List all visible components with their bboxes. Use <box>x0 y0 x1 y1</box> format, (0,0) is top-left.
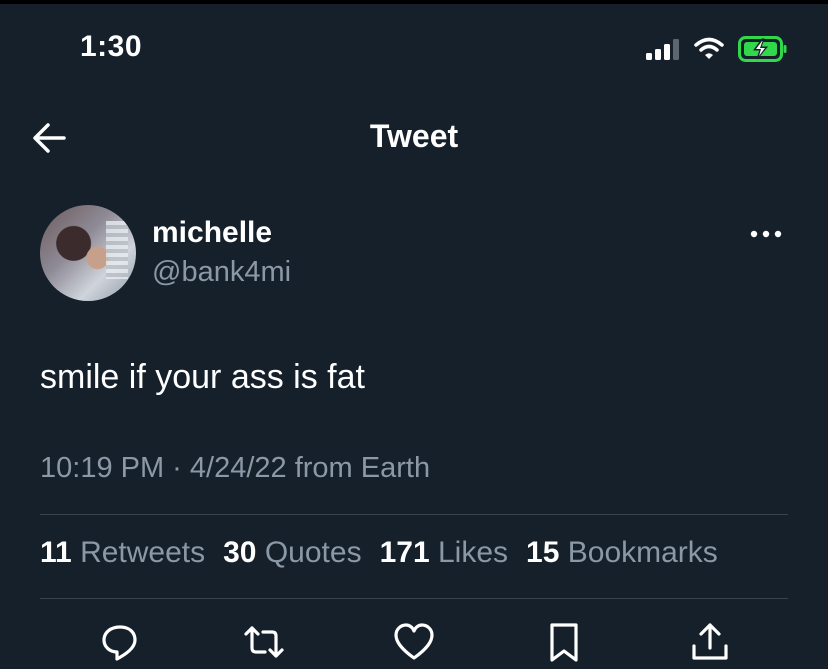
action-bar <box>0 620 828 664</box>
stat-label: Retweets <box>80 536 206 569</box>
retweet-icon <box>244 626 284 658</box>
wifi-icon <box>694 37 724 66</box>
stat-count: 171 <box>379 536 430 569</box>
stat-bookmarks[interactable]: 15 Bookmarks <box>526 536 718 570</box>
divider <box>40 514 788 515</box>
status-time: 1:30 <box>80 30 143 63</box>
divider <box>40 598 788 599</box>
stat-count: 11 <box>40 536 72 569</box>
cellular-signal-icon <box>646 38 680 65</box>
bookmark-button[interactable] <box>542 620 586 664</box>
stat-quotes[interactable]: 30 Quotes <box>223 536 361 570</box>
stat-label: Quotes <box>264 536 362 569</box>
author-handle[interactable]: @bank4mi <box>152 256 291 289</box>
share-button[interactable] <box>688 620 732 664</box>
status-icons <box>646 36 788 67</box>
stat-count: 15 <box>526 536 560 569</box>
page-title: Tweet <box>369 118 459 154</box>
battery-charging-icon <box>738 36 788 67</box>
stat-label: Likes <box>437 536 509 569</box>
reply-button[interactable] <box>98 620 142 664</box>
tweet-text: smile if your ass is fat <box>40 358 365 396</box>
avatar[interactable] <box>40 205 136 301</box>
like-icon <box>394 623 434 660</box>
bookmark-icon <box>550 623 578 662</box>
like-button[interactable] <box>392 620 436 664</box>
more-horizontal-icon <box>750 230 782 238</box>
reply-icon <box>102 625 137 661</box>
share-icon <box>692 623 728 660</box>
tweet-meta: 10:19 PM · 4/24/22 from Earth <box>40 452 431 484</box>
stat-label: Bookmarks <box>567 536 718 569</box>
top-edge <box>0 0 828 4</box>
more-options-button[interactable] <box>746 222 786 246</box>
retweet-button[interactable] <box>242 620 286 664</box>
stat-retweets[interactable]: 11 Retweets <box>40 536 205 570</box>
engagement-stats: 11 Retweets 30 Quotes 171 Likes 15 Bookm… <box>40 536 718 570</box>
author-name[interactable]: michelle <box>152 216 272 250</box>
stat-count: 30 <box>223 536 257 569</box>
stat-likes[interactable]: 171 Likes <box>380 536 508 570</box>
